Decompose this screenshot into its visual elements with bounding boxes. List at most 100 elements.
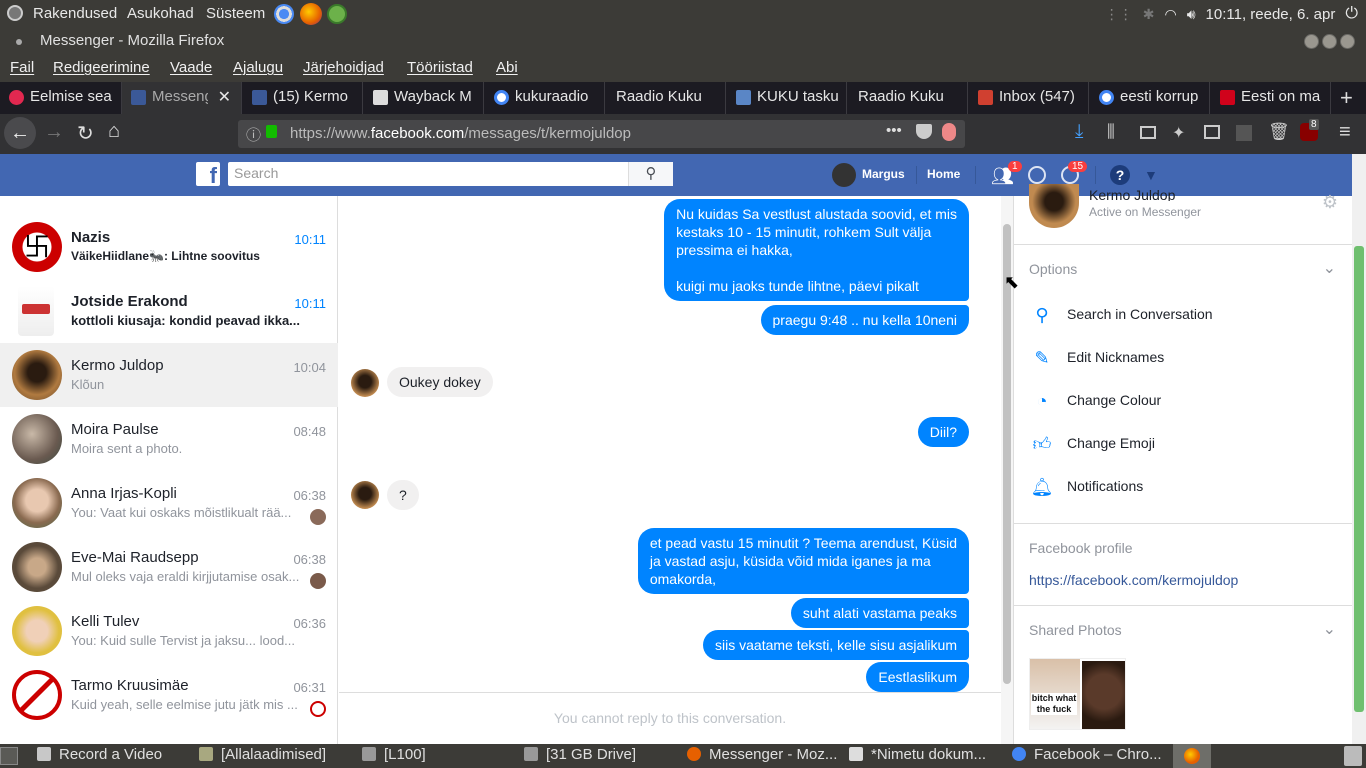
option-notifications[interactable]: Notifications (1067, 478, 1143, 494)
conversation-jotside-erakond[interactable]: Jotside Erakond kottloli kiusaja: kondid… (0, 279, 338, 343)
menu-file[interactable]: Fail (10, 59, 34, 76)
close-tab-icon[interactable]: ✕ (218, 87, 231, 107)
trash-icon[interactable] (1344, 746, 1362, 766)
option-change-emoji[interactable]: Change Emoji (1067, 435, 1155, 451)
tab-messenger[interactable]: Messeng ✕ (122, 82, 242, 114)
forward-icon[interactable]: → (44, 121, 64, 144)
conversation-nazis[interactable]: 卐 Nazis VäikeHiidlane🐜: Lihtne soovitus … (0, 215, 338, 279)
help-icon[interactable]: ? (1110, 165, 1130, 185)
show-desktop-icon[interactable] (0, 747, 18, 765)
options-heading[interactable]: Options (1029, 261, 1077, 277)
extension-icon[interactable]: ✦ (1172, 123, 1185, 143)
tab-label: Inbox (547) (999, 88, 1075, 105)
contact-name[interactable]: Kermo Juldop (1089, 187, 1175, 201)
menubar: Fail Redigeerimine Vaade Ajalugu Järjeho… (0, 55, 1366, 82)
search-icon[interactable]: ⚲ (628, 162, 673, 186)
library-icon[interactable]: ⫼ (1107, 122, 1115, 142)
download-icon[interactable]: ⤓ (1075, 121, 1083, 143)
task-messenger-firefox[interactable]: Messenger - Moz... (687, 746, 837, 763)
facebook-profile-link[interactable]: https://facebook.com/kermojuldop (1029, 572, 1238, 588)
menu-help[interactable]: Abi (496, 59, 518, 76)
home-icon[interactable]: ⌂ (108, 120, 120, 143)
tab-previous-session[interactable]: Eelmise sea (0, 82, 122, 114)
url-bar[interactable]: ⓘ https://www.facebook.com/messages/t/ke… (238, 120, 965, 148)
power-icon[interactable]: ⏻ (1345, 5, 1358, 23)
info-icon[interactable]: ⓘ (246, 124, 261, 145)
minimize-button[interactable] (1304, 34, 1319, 49)
option-search-in-conversation[interactable]: Search in Conversation (1067, 306, 1213, 322)
home-link[interactable]: Home (927, 167, 960, 181)
tab-kukuraadio[interactable]: kukuraadio (485, 82, 605, 114)
menu-bookmarks[interactable]: Järjehoidjad (303, 59, 384, 76)
chromium-launcher-icon[interactable] (274, 4, 294, 24)
menu-applications[interactable]: Rakendused (33, 5, 117, 22)
page-actions-icon[interactable]: ••• (886, 122, 902, 139)
menu-system[interactable]: Süsteem (206, 5, 265, 22)
user-avatar[interactable] (832, 163, 856, 187)
tab-inbox[interactable]: Inbox (547) (969, 82, 1089, 114)
menu-places[interactable]: Asukohad (127, 5, 194, 22)
bluetooth-icon[interactable]: ✱ (1143, 6, 1155, 23)
pocket-icon[interactable] (916, 124, 932, 139)
conversation-anna-irjas-kopli[interactable]: Anna Irjas-Kopli You: Vaat kui oskaks mõ… (0, 471, 338, 535)
sidebar-icon[interactable] (1140, 126, 1156, 139)
window-menu-icon[interactable] (16, 39, 22, 45)
firefox-launcher-icon[interactable] (300, 3, 322, 25)
back-icon[interactable]: ← (4, 117, 36, 149)
conversation-moira-paulse[interactable]: Moira Paulse Moira sent a photo. 08:48 (0, 407, 338, 471)
scrollbar-thumb[interactable] (1354, 246, 1364, 712)
clock[interactable]: 10:11, reede, 6. apr (1206, 6, 1336, 23)
tab-eesti-korrup[interactable]: eesti korrup (1090, 82, 1210, 114)
task-untitled-document[interactable]: *Nimetu dokum... (849, 746, 986, 763)
tab-raadio-kuku-2[interactable]: Raadio Kuku (848, 82, 968, 114)
reload-icon[interactable]: ↻ (77, 121, 94, 146)
wifi-icon[interactable]: ◠ (1164, 6, 1176, 23)
shared-photo[interactable]: bitch what the fuck (1029, 658, 1126, 730)
chevron-down-icon[interactable]: ⌄ (1323, 619, 1336, 639)
task-facebook-chrome[interactable]: Facebook – Chro... (1012, 746, 1162, 763)
user-name-link[interactable]: Margus (862, 167, 905, 181)
screenshot-icon[interactable] (1204, 125, 1220, 139)
task-l100[interactable]: [L100] (362, 746, 426, 763)
conversation-kermo-juldop[interactable]: Kermo Juldop Klõun 10:04 (0, 343, 338, 407)
message-bubble-outgoing: suht alati vastama peaks (790, 598, 969, 628)
ubuntu-logo-icon[interactable] (7, 5, 23, 21)
contact-avatar[interactable] (1029, 184, 1079, 228)
extension-icon[interactable] (1236, 125, 1252, 141)
task-downloads[interactable]: [Allalaadimised] (199, 746, 326, 763)
tab-kuku-tasku[interactable]: KUKU tasku (727, 82, 847, 114)
menu-tools[interactable]: Tööriistad (407, 59, 473, 76)
account-dropdown-icon[interactable]: ▼ (1144, 167, 1158, 183)
tab-kermo[interactable]: (15) Kermo (243, 82, 363, 114)
task-record-video[interactable]: Record a Video (37, 746, 162, 763)
hamburger-menu-icon[interactable]: ≡ (1339, 121, 1351, 144)
conversation-eve-mai-raudsepp[interactable]: Eve-Mai Raudsepp Mul oleks vaja eraldi k… (0, 535, 338, 599)
menu-edit[interactable]: Redigeerimine (53, 59, 150, 76)
shared-photos-heading[interactable]: Shared Photos (1029, 622, 1122, 638)
option-edit-nicknames[interactable]: Edit Nicknames (1067, 349, 1164, 365)
chevron-down-icon[interactable]: ⌄ (1323, 258, 1336, 278)
menu-history[interactable]: Ajalugu (233, 59, 283, 76)
scrollbar-thumb[interactable] (1003, 224, 1011, 684)
facebook-logo-icon[interactable]: f (196, 162, 220, 186)
facebook-search-input[interactable]: Search ⚲ (228, 162, 673, 186)
conversation-tarmo-kruusimae[interactable]: Tarmo Kruusimäe Kuid yeah, selle eelmise… (0, 663, 338, 727)
messenger-icon[interactable] (1028, 166, 1046, 184)
close-button[interactable] (1340, 34, 1355, 49)
app-launcher-icon[interactable] (327, 4, 347, 24)
tab-wayback[interactable]: Wayback M (364, 82, 484, 114)
addon-icon[interactable] (942, 123, 956, 141)
conversation-kelli-tulev[interactable]: Kelli Tulev You: Kuid sulle Tervist ja j… (0, 599, 338, 663)
new-tab-icon[interactable]: + (1340, 85, 1353, 111)
menu-view[interactable]: Vaade (170, 59, 212, 76)
maximize-button[interactable] (1322, 34, 1337, 49)
option-change-colour[interactable]: Change Colour (1067, 392, 1161, 408)
settings-gear-icon[interactable]: ⚙ (1322, 192, 1338, 213)
task-31gb-drive[interactable]: [31 GB Drive] (524, 746, 636, 763)
volume-icon[interactable]: 🔊︎ (1187, 6, 1196, 23)
tab-raadio-kuku[interactable]: Raadio Kuku (606, 82, 726, 114)
page-scrollbar[interactable] (1352, 154, 1366, 744)
task-firefox-active[interactable] (1173, 744, 1211, 768)
tab-eesti-on-ma[interactable]: Eesti on ma (1211, 82, 1331, 114)
trash-icon[interactable]: 🗑︎ (1268, 122, 1290, 142)
